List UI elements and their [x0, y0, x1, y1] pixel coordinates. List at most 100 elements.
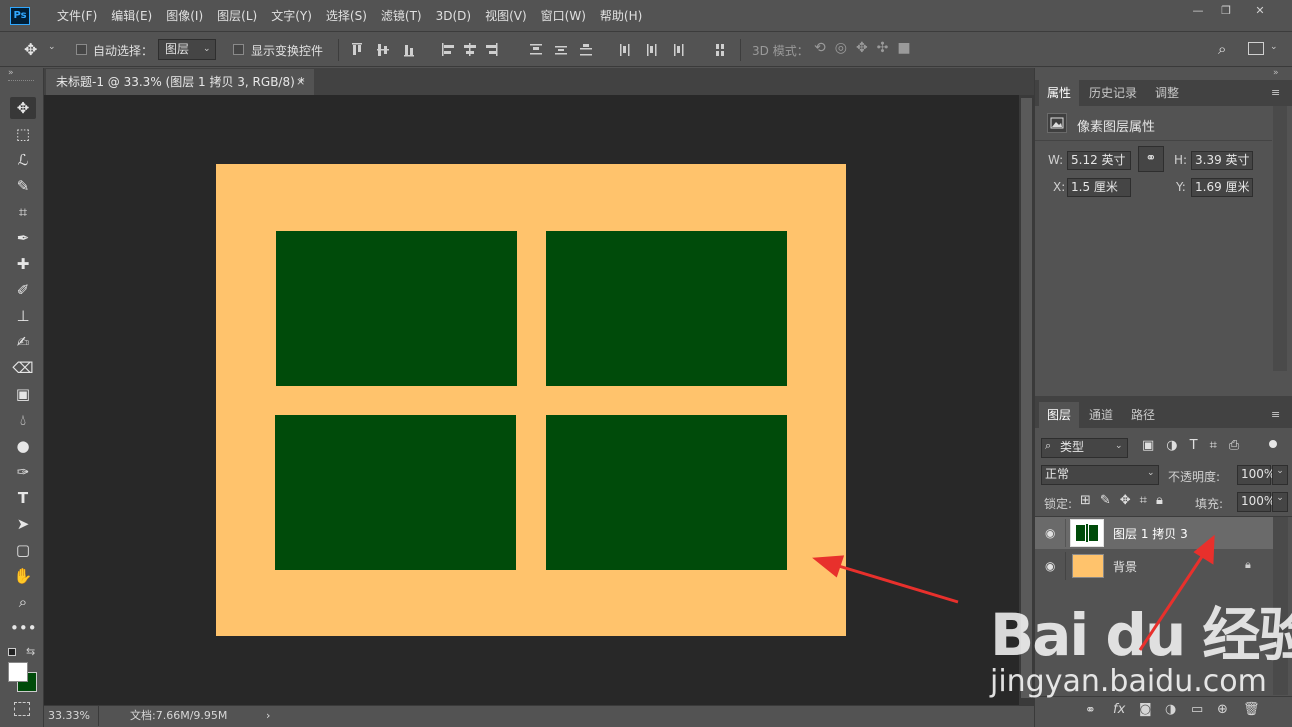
chevron-down-icon[interactable]: ⌄ [48, 42, 56, 52]
zoom-tool-icon[interactable]: ⌕ [10, 591, 36, 613]
dodge-tool-icon[interactable]: ● [10, 435, 36, 457]
menu-edit[interactable]: 编辑(E) [104, 0, 159, 32]
status-menu-arrow[interactable]: › [266, 706, 270, 726]
watermark-url: jingyan.baidu.com [990, 664, 1267, 699]
visibility-eye-icon[interactable]: ◉ [1045, 559, 1055, 573]
layer-name[interactable]: 背景 [1113, 558, 1137, 575]
brush-tool-icon[interactable]: ✐ [10, 279, 36, 301]
menu-select[interactable]: 选择(S) [319, 0, 374, 32]
panel-menu-icon[interactable]: ≡ [1271, 408, 1280, 421]
document-tab[interactable]: 未标题-1 @ 33.3% (图层 1 拷贝 3, RGB/8) * [46, 69, 314, 95]
tab-paths[interactable]: 路径 [1123, 402, 1163, 428]
healing-brush-tool-icon[interactable]: ✚ [10, 253, 36, 275]
layer-thumbnail [1072, 554, 1104, 578]
close-window-button[interactable]: ✕ [1246, 2, 1274, 20]
stamp-tool-icon[interactable]: ⊥ [10, 305, 36, 327]
search-icon[interactable]: ⌕ [1218, 40, 1226, 58]
new-group-icon[interactable]: ▭ [1191, 702, 1203, 717]
marquee-tool-icon[interactable]: ⬚ [10, 123, 36, 145]
opacity-field[interactable]: 100% [1237, 465, 1275, 485]
new-layer-icon[interactable]: ⊕ [1217, 702, 1228, 717]
quick-select-tool-icon[interactable]: ✎ [10, 175, 36, 197]
tab-layers[interactable]: 图层 [1039, 402, 1080, 428]
path-select-tool-icon[interactable]: ➤ [10, 513, 36, 535]
align-distribute-icons[interactable] [350, 42, 730, 58]
show-transform-checkbox[interactable] [233, 44, 244, 55]
add-mask-icon[interactable]: ◙ [1139, 702, 1152, 717]
x-field[interactable]: 1.5 厘米 [1067, 178, 1131, 197]
tab-channels[interactable]: 通道 [1081, 402, 1121, 428]
options-bar: ✥ ⌄ 自动选择： 图层 ⌄ 显示变换控件 3D 模式： ⟲◎✥✣■ ⌕ ⌄ [0, 33, 1292, 67]
divider [1035, 140, 1272, 141]
layer-row[interactable]: ◉ 背景 🔒︎ [1035, 550, 1273, 582]
tab-history[interactable]: 历史记录 [1081, 80, 1145, 106]
3d-mode-icons[interactable]: ⟲◎✥✣■ [814, 40, 920, 56]
document-canvas[interactable] [216, 164, 846, 636]
delete-layer-icon[interactable]: 🗑︎ [1243, 702, 1260, 717]
tab-adjustments[interactable]: 调整 [1147, 80, 1187, 106]
opacity-label: 不透明度: [1168, 470, 1221, 484]
green-rectangle [546, 231, 787, 386]
quick-mask-icon[interactable] [14, 702, 30, 716]
fill-field[interactable]: 100% [1237, 492, 1275, 512]
fill-label: 填充: [1195, 497, 1224, 511]
w-label: W: [1048, 153, 1064, 167]
menu-view[interactable]: 视图(V) [478, 0, 534, 32]
menu-type[interactable]: 文字(Y) [264, 0, 319, 32]
panel-menu-icon[interactable]: ≡ [1271, 86, 1280, 99]
menu-layer[interactable]: 图层(L) [210, 0, 264, 32]
lock-icons[interactable]: ⊞✎✥⌗🔒︎ [1080, 493, 1172, 508]
history-brush-tool-icon[interactable]: ✍ [10, 331, 36, 353]
layer-row[interactable]: ◉ 图层 1 拷贝 3 [1035, 517, 1273, 549]
foreground-color-swatch[interactable] [8, 662, 28, 682]
menu-help[interactable]: 帮助(H) [593, 0, 649, 32]
minimize-button[interactable]: — [1184, 2, 1212, 20]
height-field[interactable]: 3.39 英寸 [1191, 151, 1253, 170]
link-layers-icon[interactable]: ⚭ [1085, 703, 1096, 718]
fx-icon[interactable]: fx [1113, 702, 1125, 717]
chevron-down-icon[interactable]: ⌄ [1270, 42, 1278, 52]
chevron-down-icon[interactable]: ⌄ [1272, 465, 1288, 485]
blend-mode-select[interactable]: 正常 [1041, 465, 1159, 485]
chevron-down-icon[interactable]: ⌄ [1272, 492, 1288, 512]
adjustment-layer-icon[interactable]: ◑ [1165, 702, 1176, 717]
workspace-icon[interactable] [1248, 42, 1264, 55]
width-field[interactable]: 5.12 英寸 [1067, 151, 1131, 170]
layer-filter-icons[interactable]: ▣◑T⌗⎙ [1142, 438, 1251, 453]
type-tool-icon[interactable]: T [10, 487, 36, 509]
hand-tool-icon[interactable]: ✋ [10, 565, 36, 587]
gradient-tool-icon[interactable]: ▣ [10, 383, 36, 405]
pen-tool-icon[interactable]: ✑ [10, 461, 36, 483]
close-tab-icon[interactable]: × [296, 69, 305, 95]
default-colors-icon[interactable] [8, 648, 16, 656]
menu-file[interactable]: 文件(F) [50, 0, 104, 32]
move-tool-icon[interactable]: ✥ [10, 97, 36, 119]
tab-properties[interactable]: 属性 [1039, 80, 1080, 106]
collapse-panel-icon[interactable]: » [8, 68, 14, 78]
lasso-tool-icon[interactable]: ℒ [10, 149, 36, 171]
shape-tool-icon[interactable]: ▢ [10, 539, 36, 561]
collapse-panel-icon[interactable]: » [1273, 68, 1279, 78]
swap-colors-icon[interactable]: ⇆ [26, 645, 35, 658]
menu-window[interactable]: 窗口(W) [534, 0, 593, 32]
restore-button[interactable]: ❐ [1212, 2, 1240, 20]
menu-3d[interactable]: 3D(D) [429, 0, 478, 32]
blur-tool-icon[interactable]: 💧︎ [10, 409, 36, 431]
auto-select-checkbox[interactable] [76, 44, 87, 55]
search-icon: ⌕ [1045, 439, 1052, 452]
move-tool-preset-icon[interactable]: ✥ [24, 40, 37, 59]
toolbar-grip[interactable] [8, 80, 34, 82]
crop-tool-icon[interactable]: ⌗ [10, 201, 36, 223]
eraser-tool-icon[interactable]: ⌫ [10, 357, 36, 379]
link-icon[interactable]: ⚭ [1138, 146, 1164, 172]
y-field[interactable]: 1.69 厘米 [1191, 178, 1253, 197]
menu-image[interactable]: 图像(I) [159, 0, 210, 32]
eyedropper-tool-icon[interactable]: ✒ [10, 227, 36, 249]
properties-scrollbar[interactable] [1273, 106, 1287, 371]
edit-toolbar-icon[interactable]: ••• [10, 617, 37, 639]
visibility-eye-icon[interactable]: ◉ [1045, 526, 1055, 540]
filter-toggle-icon[interactable] [1269, 440, 1277, 448]
layer-name[interactable]: 图层 1 拷贝 3 [1113, 525, 1188, 542]
menu-filter[interactable]: 滤镜(T) [374, 0, 429, 32]
zoom-level[interactable]: 33.33% [48, 706, 90, 726]
